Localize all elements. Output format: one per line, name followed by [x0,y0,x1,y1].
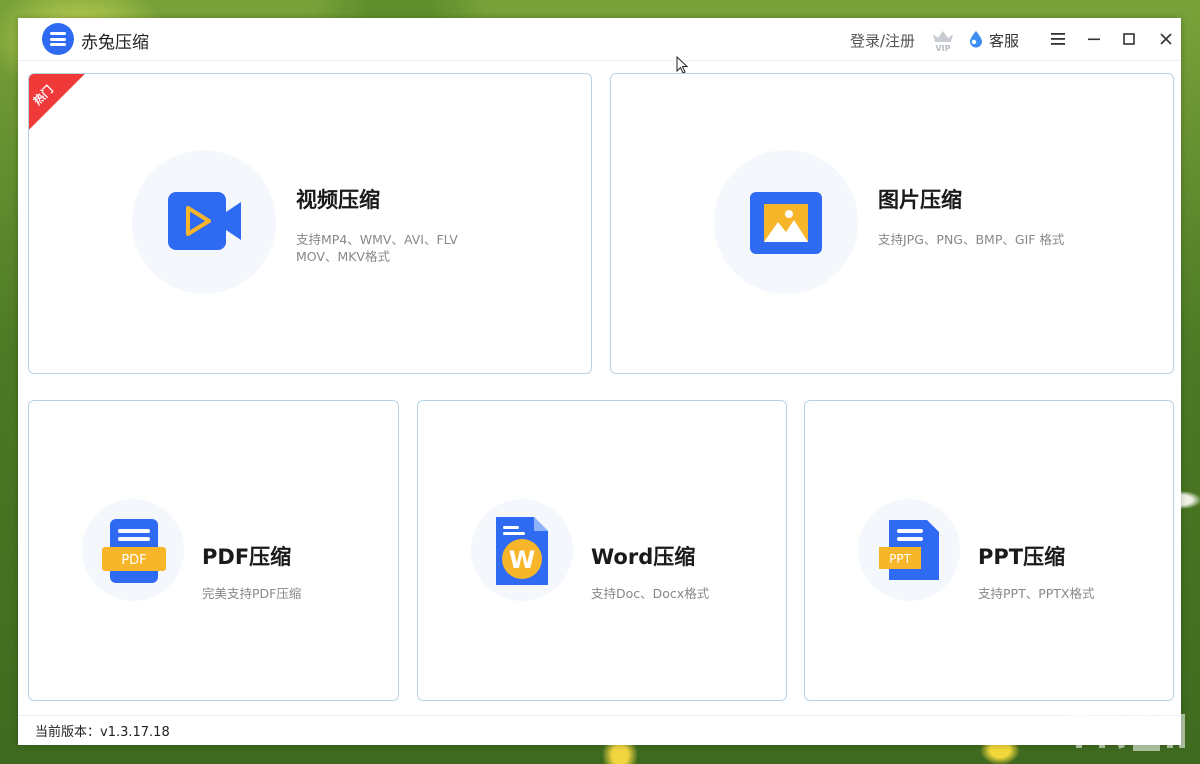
image-icon [750,192,822,254]
title-bar: 赤兔压缩 登录/注册 VIP 客服 [18,18,1181,61]
image-compress-card[interactable]: 图片压缩 支持JPG、PNG、BMP、GIF 格式 [610,73,1174,374]
pdf-document-icon: PDF [102,519,166,583]
menu-icon[interactable] [1045,26,1071,52]
status-bar: 当前版本：v1.3.17.18 [18,715,1181,746]
minimize-icon[interactable] [1081,26,1107,52]
service-drop-icon[interactable] [968,30,984,48]
ppt-compress-card[interactable]: PPT PPT压缩 支持PPT、PPTX格式 [804,400,1174,701]
word-document-icon: W [496,517,548,585]
app-window: 赤兔压缩 登录/注册 VIP 客服 热门 视频压缩 支持MP4、WMV、AVI、… [18,18,1181,745]
ppt-icon-text: PPT [889,552,911,566]
pdf-card-desc: 完美支持PDF压缩 [202,586,302,601]
service-link[interactable]: 客服 [989,30,1019,51]
ppt-document-icon: PPT [879,520,939,580]
watermark-logo-icon [1068,711,1185,751]
image-card-title: 图片压缩 [878,188,962,212]
pdf-card-title: PDF压缩 [202,545,292,569]
vip-label: VIP [935,44,950,52]
pdf-compress-card[interactable]: PDF PDF压缩 完美支持PDF压缩 [28,400,399,701]
ppt-card-desc: 支持PPT、PPTX格式 [978,586,1095,601]
hot-badge: 热门 [29,74,86,131]
word-icon-text: W [509,546,535,574]
video-card-title: 视频压缩 [296,188,380,212]
word-card-title: Word压缩 [591,545,696,569]
word-compress-card[interactable]: W Word压缩 支持Doc、Docx格式 [417,400,787,701]
image-card-desc: 支持JPG、PNG、BMP、GIF 格式 [878,232,1065,247]
video-card-desc: 支持MP4、WMV、AVI、FLV MOV、MKV格式 [296,232,458,264]
vip-crown-icon[interactable]: VIP [930,26,956,52]
video-compress-card[interactable]: 热门 视频压缩 支持MP4、WMV、AVI、FLV MOV、MKV格式 [28,73,592,374]
maximize-icon[interactable] [1116,26,1142,52]
login-register-link[interactable]: 登录/注册 [850,30,915,51]
app-title: 赤兔压缩 [81,33,149,53]
word-card-desc: 支持Doc、Docx格式 [591,586,710,601]
pdf-icon-text: PDF [121,553,146,568]
video-camera-icon [168,192,241,250]
close-icon[interactable] [1153,26,1179,52]
app-logo-icon [42,23,74,55]
hot-badge-label: 热门 [30,82,56,108]
version-label: 当前版本：v1.3.17.18 [35,725,170,740]
ppt-card-title: PPT压缩 [978,545,1066,569]
